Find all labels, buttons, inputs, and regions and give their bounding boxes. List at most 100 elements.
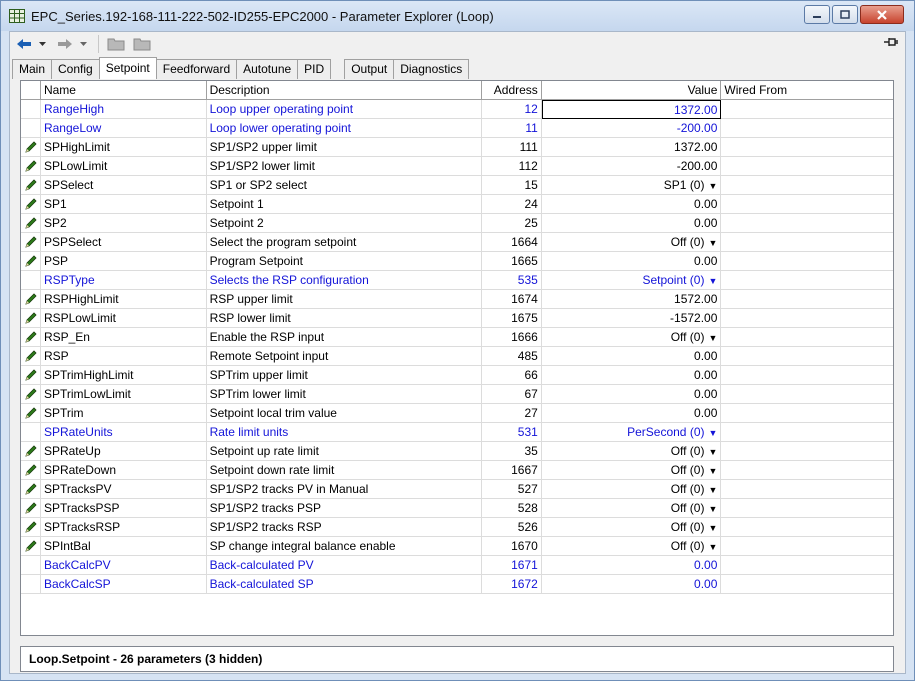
table-row[interactable]: SPHighLimit SP1/SP2 upper limit 111 1372.00 [21,138,893,157]
param-value-field[interactable]: 0.00 [542,214,722,233]
table-row[interactable]: SPTracksPV SP1/SP2 tracks PV in Manual 527… [21,480,893,499]
param-wired-from[interactable] [721,556,893,575]
param-wired-from[interactable] [721,214,893,233]
table-row[interactable]: SPLowLimit SP1/SP2 lower limit 112 -200.00 [21,157,893,176]
param-wired-from[interactable] [721,309,893,328]
forward-button[interactable] [57,34,88,54]
table-row[interactable]: RangeHigh Loop upper operating point 12 137… [21,100,893,119]
table-row[interactable]: SPTracksRSP SP1/SP2 tracks RSP 526 Off (0) ▼ [21,518,893,537]
table-row[interactable]: RSP_En Enable the RSP input 1666 Off (0) ▼ [21,328,893,347]
dropdown-arrow-icon[interactable]: ▼ [708,181,717,191]
table-row[interactable]: BackCalcPV Back-calculated PV 1671 0.00 [21,556,893,575]
table-row[interactable]: PSP Program Setpoint 1665 0.00 [21,252,893,271]
param-value-dropdown[interactable]: Off (0) ▼ [542,328,722,347]
close-button[interactable] [860,5,904,24]
param-value-field[interactable]: -200.00 [542,157,722,176]
param-value-dropdown[interactable]: Setpoint (0) ▼ [542,271,722,290]
table-row[interactable]: SPTrim Setpoint local trim value 27 0.00 [21,404,893,423]
param-value-dropdown[interactable]: Off (0) ▼ [542,461,722,480]
param-wired-from[interactable] [721,119,893,138]
tab-setpoint[interactable]: Setpoint [98,57,157,79]
param-value-dropdown[interactable]: Off (0) ▼ [542,537,722,556]
param-wired-from[interactable] [721,157,893,176]
dropdown-arrow-icon[interactable]: ▼ [708,276,717,286]
param-wired-from[interactable] [721,385,893,404]
header-name[interactable]: Name [41,81,207,100]
param-wired-from[interactable] [721,480,893,499]
header-description[interactable]: Description [207,81,482,100]
table-row[interactable]: SP1 Setpoint 1 24 0.00 [21,195,893,214]
tab-autotune[interactable]: Autotune [236,59,299,79]
param-wired-from[interactable] [721,461,893,480]
back-button[interactable] [16,34,47,54]
param-wired-from[interactable] [721,100,893,119]
param-wired-from[interactable] [721,518,893,537]
param-wired-from[interactable] [721,252,893,271]
tab-main[interactable]: Main [12,59,53,79]
tab-output[interactable]: Output [344,59,395,79]
dropdown-arrow-icon[interactable]: ▼ [708,523,717,533]
param-value-field[interactable]: 0.00 [542,556,722,575]
param-value-field[interactable]: -200.00 [542,119,722,138]
table-row[interactable]: SPTrimLowLimit SPTrim lower limit 67 0.00 [21,385,893,404]
title-bar[interactable]: EPC_Series.192-168-111-222-502-ID255-EPC… [1,1,914,31]
dropdown-arrow-icon[interactable]: ▼ [708,333,717,343]
dropdown-arrow-icon[interactable]: ▼ [708,485,717,495]
table-row[interactable]: SPRateDown Setpoint down rate limit 1667 Of… [21,461,893,480]
table-row[interactable]: SPRateUnits Rate limit units 531 PerSecond … [21,423,893,442]
tab-diagnostics[interactable]: Diagnostics [393,59,470,79]
param-value-dropdown[interactable]: Off (0) ▼ [542,480,722,499]
table-row[interactable]: RSPType Selects the RSP configuration 535 S… [21,271,893,290]
dropdown-arrow-icon[interactable]: ▼ [708,447,717,457]
table-row[interactable]: PSPSelect Select the program setpoint 1664… [21,233,893,252]
param-value-field[interactable]: 0.00 [542,195,722,214]
maximize-button[interactable] [832,5,858,24]
param-value-dropdown[interactable]: SP1 (0) ▼ [542,176,722,195]
param-value-dropdown[interactable]: Off (0) ▼ [542,518,722,537]
param-wired-from[interactable] [721,328,893,347]
param-value-field[interactable]: 1372.00 [541,100,722,119]
param-value-field[interactable]: 0.00 [542,404,722,423]
param-value-field[interactable]: -1572.00 [542,309,722,328]
param-wired-from[interactable] [721,423,893,442]
table-row[interactable]: RSPLowLimit RSP lower limit 1675 -1572.00 [21,309,893,328]
param-value-field[interactable]: 0.00 [542,366,722,385]
param-wired-from[interactable] [721,290,893,309]
table-row[interactable]: SPIntBal SP change integral balance enabl… [21,537,893,556]
param-wired-from[interactable] [721,176,893,195]
header-wired-from[interactable]: Wired From [721,81,893,100]
table-row[interactable]: BackCalcSP Back-calculated SP 1672 0.00 [21,575,893,594]
param-value-field[interactable]: 0.00 [542,385,722,404]
pin-button[interactable] [883,36,899,51]
dropdown-arrow-icon[interactable]: ▼ [708,466,717,476]
header-value[interactable]: Value [542,81,722,100]
param-value-field[interactable]: 1372.00 [542,138,722,157]
dropdown-arrow-icon[interactable]: ▼ [708,238,717,248]
tab-pid[interactable]: PID [297,59,332,79]
table-row[interactable]: SPRateUp Setpoint up rate limit 35 Off (0) ▼ [21,442,893,461]
param-value-dropdown[interactable]: Off (0) ▼ [542,442,722,461]
tab-config[interactable]: Config [51,59,100,79]
table-row[interactable]: SPSelect SP1 or SP2 select 15 SP1 (0) ▼ [21,176,893,195]
param-value-dropdown[interactable]: Off (0) ▼ [542,233,722,252]
folder-button[interactable] [107,34,125,54]
param-value-field[interactable]: 0.00 [542,252,722,271]
param-value-field[interactable]: 0.00 [542,575,722,594]
param-wired-from[interactable] [721,404,893,423]
param-value-field[interactable]: 1572.00 [542,290,722,309]
table-row[interactable]: SPTrimHighLimit SPTrim upper limit 66 0.00 [21,366,893,385]
tab-feedforward[interactable]: Feedforward [155,59,238,79]
param-value-dropdown[interactable]: PerSecond (0) ▼ [542,423,722,442]
param-wired-from[interactable] [721,366,893,385]
param-wired-from[interactable] [721,195,893,214]
param-wired-from[interactable] [721,347,893,366]
dropdown-arrow-icon[interactable]: ▼ [708,504,717,514]
table-row[interactable]: RSPHighLimit RSP upper limit 1674 1572.00 [21,290,893,309]
table-row[interactable]: RSP Remote Setpoint input 485 0.00 [21,347,893,366]
param-wired-from[interactable] [721,537,893,556]
param-wired-from[interactable] [721,442,893,461]
param-value-field[interactable]: 0.00 [542,347,722,366]
param-wired-from[interactable] [721,575,893,594]
table-row[interactable]: SP2 Setpoint 2 25 0.00 [21,214,893,233]
table-row[interactable]: RangeLow Loop lower operating point 11 -200… [21,119,893,138]
